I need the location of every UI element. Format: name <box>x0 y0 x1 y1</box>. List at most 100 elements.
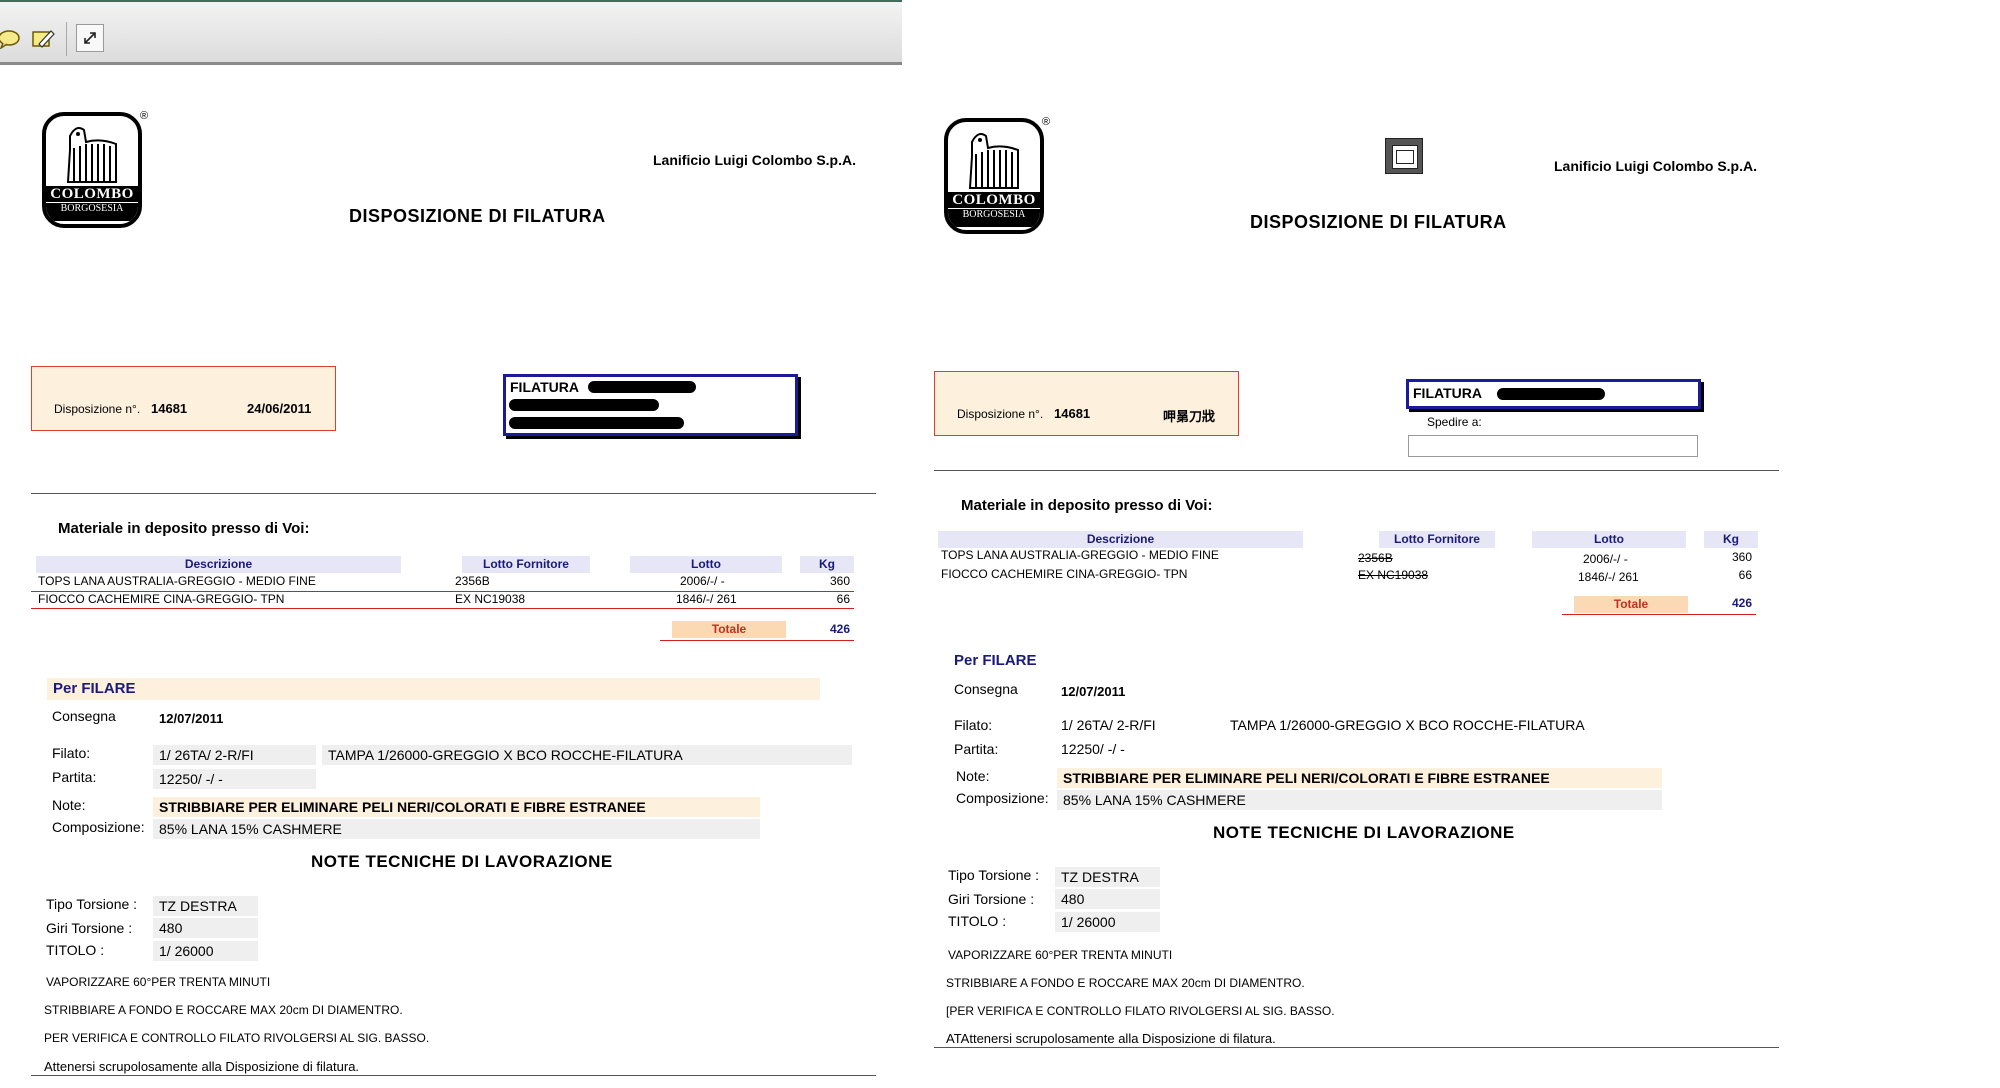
section-title: Materiale in deposito presso di Voi: <box>961 497 1213 514</box>
titolo-label: TITOLO : <box>46 942 105 958</box>
tipo-torsione-label: Tipo Torsione : <box>948 867 1040 883</box>
company-name: Lanificio Luigi Colombo S.p.A. <box>1554 158 1757 174</box>
document-title: DISPOSIZIONE DI FILATURA <box>349 206 606 226</box>
note-tecniche-title: NOTE TECNICHE DI LAVORAZIONE <box>1213 823 1515 842</box>
cell-lotto: 2006/-/ - <box>680 574 725 588</box>
header-lotto-fornitore: Lotto Fornitore <box>1379 531 1495 548</box>
totale-label: Totale <box>672 621 786 638</box>
cell-lotto-fornitore: 2356B <box>455 574 490 588</box>
consegna-label: Consegna <box>954 681 1018 697</box>
header-lotto: Lotto <box>630 556 782 573</box>
redaction <box>509 417 684 429</box>
instruction-line: PER VERIFICA E CONTROLLO FILATO RIVOLGER… <box>44 1031 430 1045</box>
filatura-label: FILATURA <box>1413 385 1482 401</box>
spedire-label: Spedire a: <box>1427 415 1482 429</box>
redaction <box>1497 388 1605 400</box>
disposizione-box: Disposizione n°. 14681 24/06/2011 <box>31 366 336 431</box>
divider <box>934 1047 1779 1048</box>
titolo-field: 1/ 26000 <box>1055 912 1160 932</box>
cell-kg: 360 <box>1731 550 1752 564</box>
document-title: DISPOSIZIONE DI FILATURA <box>1250 212 1507 232</box>
instruction-line: [PER VERIFICA E CONTROLLO FILATO RIVOLGE… <box>946 1004 1335 1018</box>
cell-descrizione: FIOCCO CACHEMIRE CINA-GREGGIO- TPN <box>38 592 285 606</box>
footer-text: Attenersi scrupolosamente alla Disposizi… <box>44 1059 360 1074</box>
divider <box>31 1075 876 1076</box>
totale-underline <box>660 640 854 641</box>
filato-desc-field: TAMPA 1/26000-GREGGIO X BCO ROCCHE-FILAT… <box>322 745 852 765</box>
header-kg: Kg <box>800 556 854 573</box>
cell-lotto: 1846/-/ 261 <box>676 592 737 606</box>
disposizione-box: Disposizione n°. 14681 呷晜刀戕 <box>934 371 1239 436</box>
filatura-label: FILATURA <box>510 379 579 395</box>
instruction-line: STRIBBIARE A FONDO E ROCCARE MAX 20cm DI… <box>946 976 1305 990</box>
colombo-logo: COLOMBO BORGOSESIA <box>42 112 142 228</box>
highlight-edit-icon[interactable] <box>28 24 58 54</box>
divider <box>31 493 876 494</box>
spedire-field[interactable] <box>1408 435 1698 457</box>
registered-mark: ® <box>1042 116 1051 128</box>
colombo-logo: COLOMBO BORGOSESIA <box>944 118 1044 234</box>
registered-mark: ® <box>140 110 149 122</box>
instruction-line: VAPORIZZARE 60°PER TRENTA MINUTI <box>948 948 1173 962</box>
disposizione-label: Disposizione n°. <box>957 407 1044 421</box>
composizione-field: 85% LANA 15% CASHMERE <box>1057 790 1662 810</box>
filato-code-field: 1/ 26TA/ 2-R/FI <box>153 745 316 765</box>
titolo-field: 1/ 26000 <box>153 941 258 961</box>
disposizione-date: 呷晜刀戕 <box>1163 409 1216 424</box>
cell-lotto: 2006/-/ - <box>1583 552 1628 566</box>
instruction-line: VAPORIZZARE 60°PER TRENTA MINUTI <box>46 975 271 989</box>
redaction <box>509 399 659 411</box>
partita-field: 12250/ -/ - <box>153 769 316 789</box>
toolbar <box>0 0 902 65</box>
cell-lotto-fornitore: EX NC19038 <box>455 592 526 606</box>
disposizione-label: Disposizione n°. <box>54 402 141 416</box>
totale-label: Totale <box>1574 596 1688 613</box>
embedded-object-icon[interactable] <box>1385 138 1423 174</box>
disposizione-number: 14681 <box>151 401 188 416</box>
comment-icon[interactable] <box>0 24 24 54</box>
partita-label: Partita: <box>52 769 97 785</box>
titolo-label: TITOLO : <box>948 913 1007 929</box>
tipo-torsione-field: TZ DESTRA <box>1055 867 1160 887</box>
tipo-torsione-label: Tipo Torsione : <box>46 896 138 912</box>
note-label: Note: <box>52 797 86 813</box>
note-field: STRIBBIARE PER ELIMINARE PELI NERI/COLOR… <box>153 797 760 817</box>
header-descrizione: Descrizione <box>938 531 1303 548</box>
filatura-box: FILATURA <box>1406 379 1701 409</box>
per-filare: Per FILARE <box>47 678 820 700</box>
expand-icon[interactable] <box>76 24 104 52</box>
cell-kg: 360 <box>829 574 850 588</box>
consegna-value: 12/07/2011 <box>1061 684 1126 699</box>
composizione-field: 85% LANA 15% CASHMERE <box>153 819 760 839</box>
redaction <box>588 381 696 393</box>
cell-kg: 66 <box>1738 568 1752 582</box>
totale-value: 426 <box>829 622 850 636</box>
divider <box>934 470 1779 471</box>
note-label: Note: <box>956 768 990 784</box>
tipo-torsione-field: TZ DESTRA <box>153 896 258 916</box>
consegna-label: Consegna <box>52 708 116 724</box>
note-field: STRIBBIARE PER ELIMINARE PELI NERI/COLOR… <box>1057 768 1662 788</box>
note-tecniche-title: NOTE TECNICHE DI LAVORAZIONE <box>311 852 613 871</box>
composizione-label: Composizione: <box>52 819 145 835</box>
instruction-line: STRIBBIARE A FONDO E ROCCARE MAX 20cm DI… <box>44 1003 403 1017</box>
partita-field: 12250/ -/ - <box>1061 741 1125 757</box>
cell-descrizione: FIOCCO CACHEMIRE CINA-GREGGIO- TPN <box>941 567 1188 581</box>
cell-descrizione: TOPS LANA AUSTRALIA-GREGGIO - MEDIO FINE <box>38 574 316 588</box>
disposizione-number: 14681 <box>1054 406 1091 421</box>
partita-label: Partita: <box>954 741 999 757</box>
logo-sub: BORGOSESIA <box>46 203 138 221</box>
header-kg: Kg <box>1704 531 1758 548</box>
composizione-label: Composizione: <box>956 790 1049 806</box>
cell-lotto-fornitore: EX NC19038 <box>1358 568 1429 582</box>
header-lotto: Lotto <box>1532 531 1686 548</box>
logo-sub: BORGOSESIA <box>948 209 1040 227</box>
logo-brand: COLOMBO <box>46 186 138 202</box>
giri-torsione-label: Giri Torsione : <box>46 920 133 936</box>
cell-lotto: 1846/-/ 261 <box>1578 570 1639 584</box>
cell-descrizione: TOPS LANA AUSTRALIA-GREGGIO - MEDIO FINE <box>941 548 1219 562</box>
section-title: Materiale in deposito presso di Voi: <box>58 520 310 537</box>
filato-label: Filato: <box>52 745 91 761</box>
filato-desc-field: TAMPA 1/26000-GREGGIO X BCO ROCCHE-FILAT… <box>1230 717 1585 733</box>
disposizione-date: 24/06/2011 <box>247 401 312 416</box>
